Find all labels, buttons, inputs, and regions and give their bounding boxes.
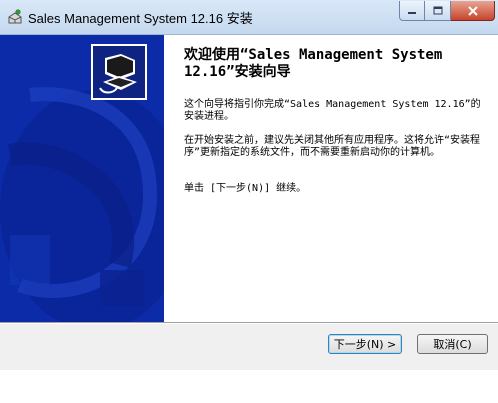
intro-text: 这个向导将指引你完成“Sales Management System 12.16…	[184, 99, 481, 122]
wizard-content: 欢迎使用“Sales Management System 12.16”安装向导 …	[164, 35, 498, 322]
close-icon	[467, 5, 478, 16]
minimize-button[interactable]	[399, 1, 425, 21]
installer-window: Sales Management System 12.16 安装 欢迎使用“Sa…	[0, 0, 498, 370]
installer-app-icon	[8, 9, 22, 24]
button-area-divider	[0, 322, 498, 324]
next-button[interactable]: 下一步(N) >	[328, 334, 402, 354]
close-apps-text: 在开始安装之前，建议先关闭其他所有应用程序。这将允许“安装程序”更新指定的系统文…	[184, 135, 481, 158]
continue-instruction: 单击 [下一步(N)] 继续。	[184, 183, 307, 194]
package-computer-icon	[93, 46, 145, 98]
maximize-button[interactable]	[425, 1, 451, 21]
welcome-heading: 欢迎使用“Sales Management System 12.16”安装向导	[184, 47, 443, 80]
title-bar[interactable]: Sales Management System 12.16 安装	[0, 0, 498, 35]
installer-logo	[91, 44, 147, 100]
maximize-icon	[433, 6, 442, 15]
minimize-icon	[408, 11, 416, 14]
close-button[interactable]	[451, 1, 495, 21]
window-title: Sales Management System 12.16 安装	[28, 11, 253, 26]
cancel-button[interactable]: 取消(C)	[417, 334, 488, 354]
